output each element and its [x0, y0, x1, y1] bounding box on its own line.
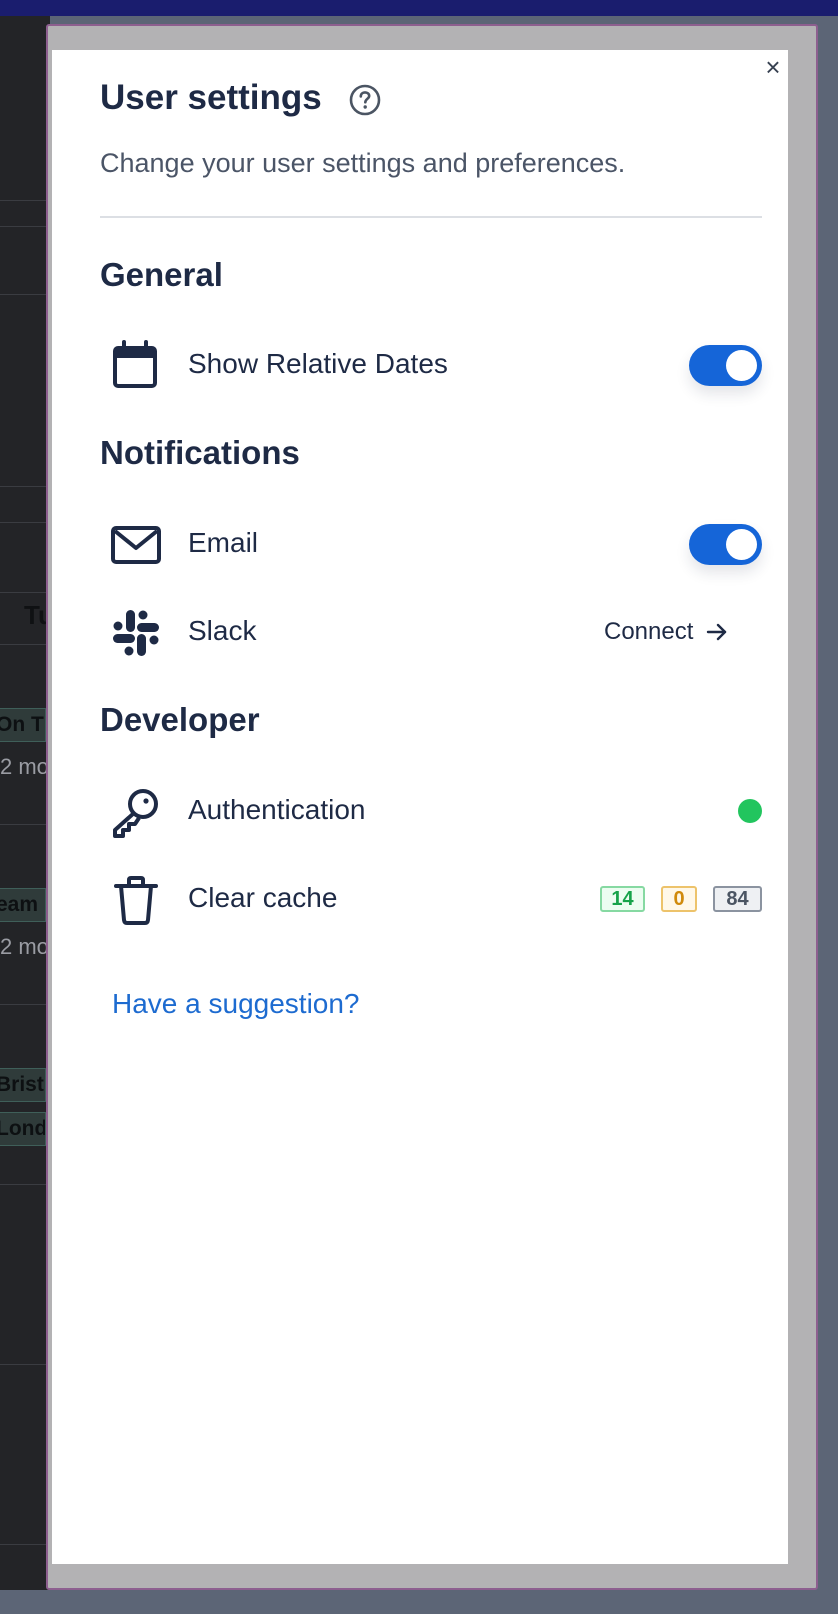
connect-label: Connect	[604, 618, 694, 645]
section-heading-developer: Developer	[100, 701, 260, 738]
background-cell-text: 2 mo	[0, 934, 46, 959]
email-label: Email	[188, 527, 259, 558]
relative-dates-toggle[interactable]	[689, 345, 762, 386]
background-tag: On T	[0, 708, 46, 742]
page-subtitle: Change your user settings and preference…	[100, 148, 626, 178]
cache-count-badge-amber: 0	[661, 886, 697, 912]
table-row-divider	[0, 522, 48, 523]
table-row-divider	[0, 1544, 48, 1545]
slack-connect-button[interactable]: Connect	[604, 617, 729, 647]
background-tag: Brist	[0, 1068, 46, 1102]
relative-dates-label: Show Relative Dates	[188, 348, 448, 379]
suggestion-link[interactable]: Have a suggestion?	[112, 988, 360, 1020]
table-row-divider	[0, 200, 48, 201]
cache-count-badge-gray: 84	[713, 886, 762, 912]
page-title: User settings	[100, 78, 322, 117]
table-row-divider	[0, 294, 48, 295]
envelope-icon	[111, 526, 161, 564]
table-row-divider	[0, 226, 48, 227]
clear-cache-label: Clear cache	[188, 882, 338, 913]
table-row-divider	[0, 644, 48, 645]
table-row-divider	[0, 592, 48, 593]
top-app-bar	[0, 0, 838, 16]
background-tag: Lond	[0, 1112, 46, 1146]
cache-count-badge-green: 14	[600, 886, 645, 912]
header-divider	[100, 216, 762, 218]
authentication-label: Authentication	[188, 794, 366, 825]
table-row-divider	[0, 1364, 48, 1365]
key-icon	[113, 789, 158, 838]
background-cell-text: 2 mo	[0, 754, 46, 779]
table-row-divider	[0, 1184, 48, 1185]
calendar-icon	[113, 340, 157, 388]
arrow-right-icon	[707, 623, 727, 641]
background-tag: eam	[0, 888, 46, 922]
toggle-knob	[726, 529, 757, 560]
section-heading-notifications: Notifications	[100, 434, 300, 471]
trash-icon	[114, 876, 158, 925]
help-circle-icon[interactable]	[349, 84, 381, 116]
toggle-knob	[726, 350, 757, 381]
slack-icon	[113, 610, 159, 656]
table-row-divider	[0, 824, 48, 825]
section-heading-general: General	[100, 256, 223, 293]
close-icon[interactable]: ×	[761, 54, 785, 80]
background-column-header: Tu	[24, 600, 46, 630]
table-row-divider	[0, 1004, 48, 1005]
table-row-divider	[0, 486, 48, 487]
authentication-status-indicator	[738, 799, 762, 823]
slack-label: Slack	[188, 615, 257, 646]
email-toggle[interactable]	[689, 524, 762, 565]
background-table: On T 2 mo eam 2 mo Brist Lond	[0, 16, 50, 1590]
